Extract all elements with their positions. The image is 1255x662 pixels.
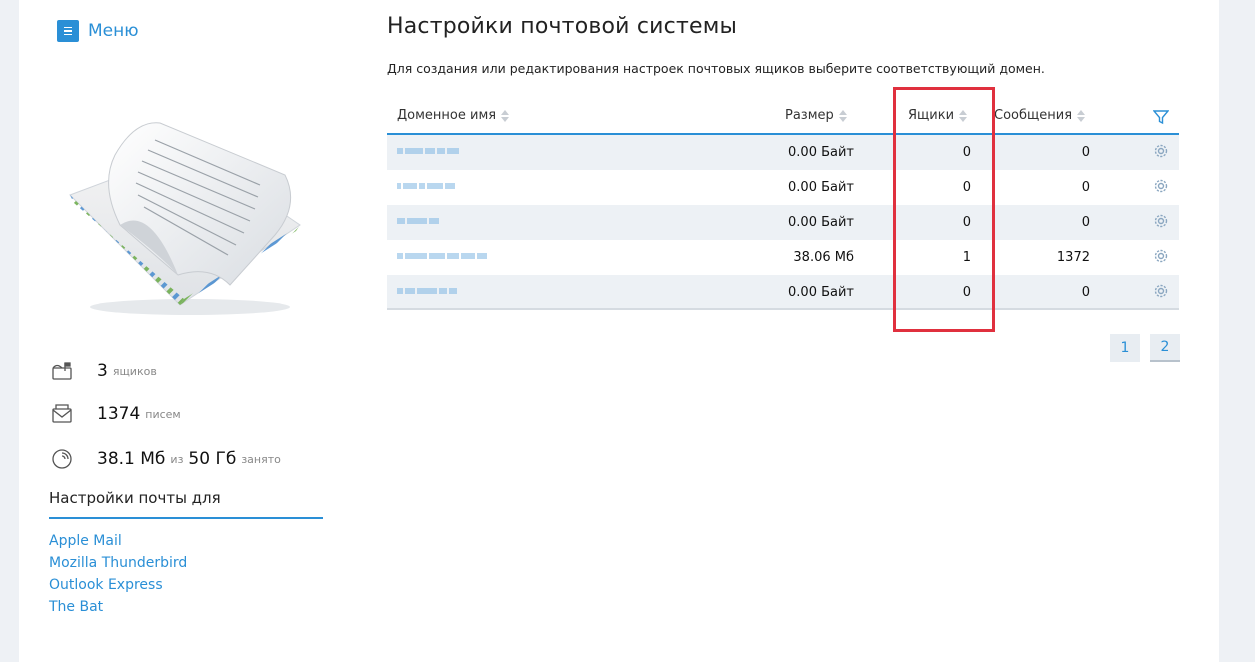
cell-messages: 1372 — [1056, 250, 1090, 265]
envelope-icon — [49, 401, 75, 427]
gear-icon[interactable] — [1153, 213, 1169, 233]
gear-icon[interactable] — [1153, 248, 1169, 268]
column-header-size-label: Размер — [785, 108, 834, 123]
client-link-thunderbird[interactable]: Mozilla Thunderbird — [49, 554, 187, 576]
cell-mailboxes: 0 — [962, 180, 971, 195]
envelope-illustration — [69, 122, 301, 315]
mail-settings-heading: Настройки почты для — [49, 488, 323, 519]
cell-messages: 0 — [1081, 180, 1090, 195]
message-unit: писем — [145, 407, 181, 421]
storage-total: 50 Гб — [188, 449, 237, 469]
page-title: Настройки почтовой системы — [387, 14, 738, 39]
menu-label: Меню — [88, 21, 139, 41]
cell-mailboxes: 0 — [962, 285, 971, 300]
domain-name-blurred[interactable] — [397, 288, 507, 296]
cell-mailboxes: 1 — [962, 250, 971, 265]
domain-name-blurred[interactable] — [397, 148, 507, 156]
table-row[interactable]: 0.00 Байт 0 0 — [387, 170, 1179, 205]
mailbox-unit: ящиков — [112, 364, 157, 378]
column-header-mailboxes[interactable]: Ящики — [908, 108, 968, 123]
client-link-the-bat[interactable]: The Bat — [49, 598, 187, 620]
sort-icon — [501, 109, 510, 122]
column-header-domain-label: Доменное имя — [397, 108, 497, 123]
storage-of: из — [170, 452, 184, 466]
menu-button[interactable]: Меню — [57, 20, 139, 42]
pagination: 1 2 — [1110, 334, 1180, 362]
column-header-mailboxes-label: Ящики — [908, 108, 955, 123]
storage-suffix: занято — [241, 452, 281, 466]
stat-mailboxes: 3 ящиков — [49, 358, 157, 384]
table-row[interactable]: 38.06 Мб 1 1372 — [387, 240, 1179, 275]
client-link-outlook-express[interactable]: Outlook Express — [49, 576, 187, 598]
filter-icon[interactable] — [1152, 109, 1170, 129]
stat-storage: 38.1 Мб из 50 Гб занято — [49, 446, 281, 472]
table-row[interactable]: 0.00 Байт 0 0 — [387, 275, 1179, 310]
table-header: Доменное имя Размер Ящики Сообщения — [387, 99, 1179, 135]
disk-icon — [49, 446, 75, 472]
table-row[interactable]: 0.00 Байт 0 0 — [387, 135, 1179, 170]
sort-icon — [1077, 109, 1086, 122]
cell-messages: 0 — [1081, 285, 1090, 300]
domains-table: Доменное имя Размер Ящики Сообщения 0.00… — [387, 99, 1179, 310]
column-header-size[interactable]: Размер — [785, 108, 847, 123]
sort-icon — [959, 109, 968, 122]
client-link-apple-mail[interactable]: Apple Mail — [49, 532, 187, 554]
gear-icon[interactable] — [1153, 283, 1169, 303]
column-header-messages[interactable]: Сообщения — [994, 108, 1086, 123]
page-button-1[interactable]: 1 — [1110, 334, 1140, 362]
cell-mailboxes: 0 — [962, 215, 971, 230]
cell-size: 0.00 Байт — [788, 145, 854, 160]
domain-name-blurred[interactable] — [397, 253, 527, 261]
page-description: Для создания или редактирования настроек… — [387, 61, 1045, 76]
message-count: 1374 — [97, 404, 141, 424]
mail-client-links: Apple Mail Mozilla Thunderbird Outlook E… — [49, 532, 187, 620]
domain-name-blurred[interactable] — [397, 218, 507, 226]
cell-size: 0.00 Байт — [788, 215, 854, 230]
table-row[interactable]: 0.00 Байт 0 0 — [387, 205, 1179, 240]
cell-size: 0.00 Байт — [788, 285, 854, 300]
cell-mailboxes: 0 — [962, 145, 971, 160]
page-button-2[interactable]: 2 — [1150, 334, 1180, 362]
domain-name-blurred[interactable] — [397, 183, 507, 191]
gear-icon[interactable] — [1153, 143, 1169, 163]
column-header-messages-label: Сообщения — [994, 108, 1073, 123]
column-header-domain[interactable]: Доменное имя — [397, 108, 510, 123]
sort-icon — [838, 109, 847, 122]
mailbox-count: 3 — [97, 361, 108, 381]
cell-messages: 0 — [1081, 145, 1090, 160]
storage-used: 38.1 Мб — [97, 449, 166, 469]
cell-size: 38.06 Мб — [793, 250, 854, 265]
cell-size: 0.00 Байт — [788, 180, 854, 195]
gear-icon[interactable] — [1153, 178, 1169, 198]
stat-messages: 1374 писем — [49, 401, 181, 427]
mailbox-icon — [49, 358, 75, 384]
hamburger-icon — [57, 20, 79, 42]
cell-messages: 0 — [1081, 215, 1090, 230]
